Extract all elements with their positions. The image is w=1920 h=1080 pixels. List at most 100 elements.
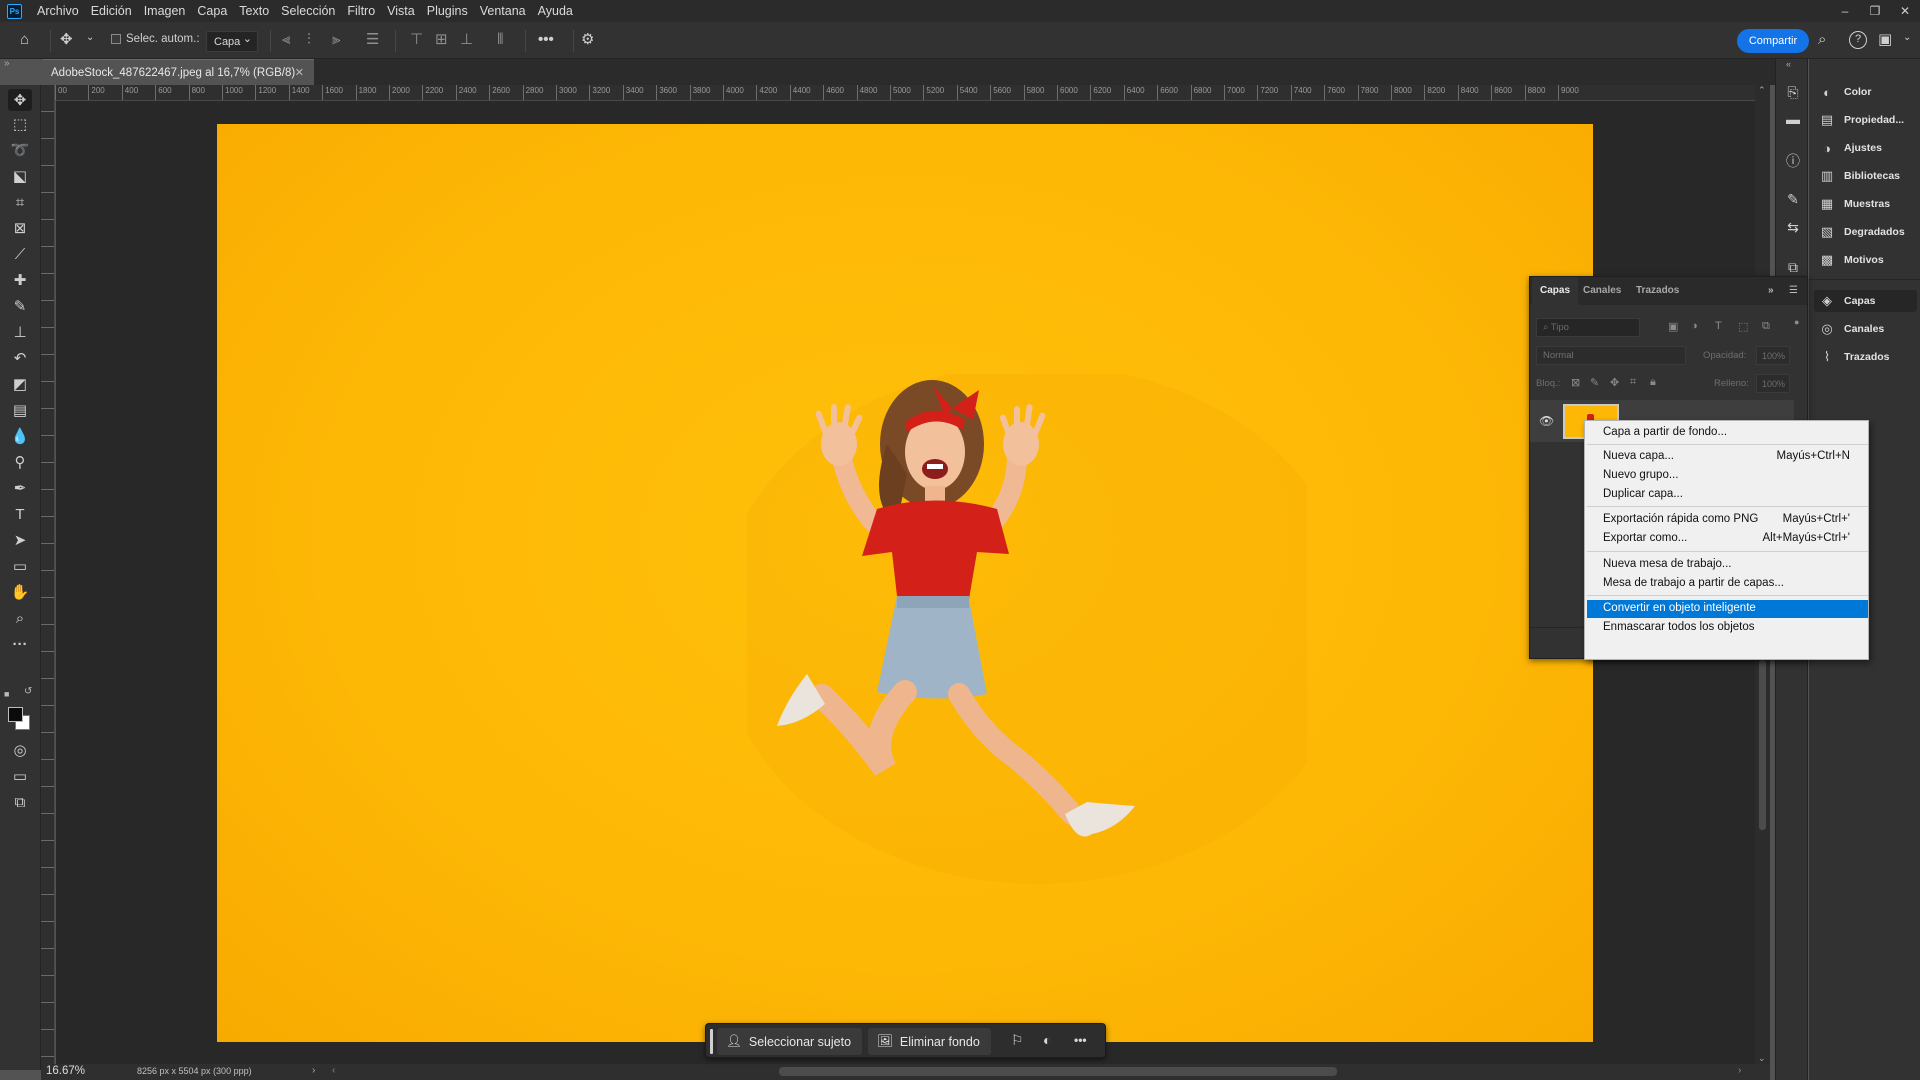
- panel-channels[interactable]: ◎ Canales: [1814, 318, 1917, 340]
- frame-tool-icon[interactable]: ⊠: [8, 217, 32, 239]
- menu-item-new-layer[interactable]: Nueva capa... Mayús+Ctrl+N: [1587, 448, 1868, 466]
- filter-pixel-icon[interactable]: ▣: [1668, 320, 1678, 333]
- panel-swatches[interactable]: ▦ Muestras: [1814, 193, 1917, 215]
- align-left-icon[interactable]: ⫷: [282, 30, 290, 50]
- auto-select-checkbox[interactable]: Selec. autom.:: [111, 33, 200, 45]
- share-button[interactable]: Compartir: [1737, 29, 1809, 53]
- close-window-icon[interactable]: ✕: [1890, 0, 1920, 22]
- tab-canales[interactable]: Canales: [1583, 277, 1621, 305]
- tab-trazados[interactable]: Trazados: [1636, 277, 1679, 305]
- menu-edicion[interactable]: Edición: [85, 0, 138, 22]
- swap-colors-icon[interactable]: ↺: [24, 686, 32, 697]
- scroll-left-icon[interactable]: ‹: [332, 1065, 335, 1076]
- pen-tool-icon[interactable]: ✒: [8, 477, 32, 499]
- menu-item-export-as[interactable]: Exportar como... Alt+Mayús+Ctrl+': [1587, 530, 1868, 548]
- align-top-icon[interactable]: ⊤: [410, 30, 423, 50]
- menu-filtro[interactable]: Filtro: [341, 0, 381, 22]
- task-bar-drag-handle[interactable]: [710, 1029, 713, 1054]
- workspace-chevron-icon[interactable]: ⌄: [1903, 32, 1911, 43]
- more-options-icon[interactable]: •••: [1074, 1033, 1087, 1047]
- gear-icon[interactable]: ⚙: [581, 30, 594, 50]
- tab-capas[interactable]: Capas: [1532, 277, 1579, 305]
- panel-adjustments[interactable]: ◑ Ajustes: [1814, 137, 1917, 159]
- path-selection-tool-icon[interactable]: ➤: [8, 529, 32, 551]
- help-icon[interactable]: ?: [1849, 31, 1867, 49]
- blend-mode-dropdown[interactable]: Normal: [1536, 346, 1686, 365]
- menu-item-duplicate-layer[interactable]: Duplicar capa...: [1587, 486, 1868, 504]
- marquee-tool-icon[interactable]: ⬚: [8, 113, 32, 135]
- panel-layers[interactable]: ◈ Capas: [1814, 290, 1917, 312]
- align-center-icon[interactable]: ⫶: [307, 30, 311, 50]
- eraser-tool-icon[interactable]: ◩: [8, 373, 32, 395]
- auto-select-target-dropdown[interactable]: Capa: [206, 31, 258, 52]
- lasso-tool-icon[interactable]: ➰: [8, 139, 32, 161]
- horizontal-scroll-thumb[interactable]: [779, 1067, 1337, 1076]
- default-colors-icon[interactable]: ■: [4, 689, 9, 699]
- panel-libraries[interactable]: ▥ Bibliotecas: [1814, 165, 1917, 187]
- fill-field[interactable]: 100%: [1756, 374, 1790, 393]
- adjustment-icon[interactable]: ◐: [1043, 1032, 1051, 1048]
- panel-color[interactable]: ◐ Color: [1814, 81, 1917, 103]
- workspace-icon[interactable]: ▣: [1878, 30, 1892, 50]
- more-options-icon[interactable]: •••: [538, 30, 554, 50]
- panel-gradients[interactable]: ▧ Degradados: [1814, 221, 1917, 243]
- scroll-down-icon[interactable]: ⌄: [1758, 1053, 1766, 1064]
- zoom-tool-icon[interactable]: ⌕: [8, 607, 32, 629]
- menu-ayuda[interactable]: Ayuda: [532, 0, 579, 22]
- actions-panel-icon[interactable]: ⧉: [1783, 259, 1803, 277]
- filter-smart-object-icon[interactable]: ⧉: [1762, 320, 1770, 333]
- horizontal-ruler[interactable]: 00 200 400 600 800 1000 1200 1400 1600 1800 2000 22…: [55, 85, 1755, 101]
- filter-toggle-icon[interactable]: ●: [1794, 317, 1799, 327]
- menu-seleccion[interactable]: Selección: [275, 0, 341, 22]
- scroll-up-icon[interactable]: ⌃: [1758, 85, 1766, 96]
- collapse-panel-icon[interactable]: »: [1768, 277, 1774, 305]
- filter-adjustment-icon[interactable]: ◑: [1691, 320, 1698, 332]
- history-brush-tool-icon[interactable]: ↶: [8, 347, 32, 369]
- foreground-color-swatch[interactable]: [8, 707, 23, 722]
- menu-ventana[interactable]: Ventana: [474, 0, 532, 22]
- lock-artboard-icon[interactable]: ⌗: [1630, 376, 1636, 389]
- select-subject-button[interactable]: 👤︎ Seleccionar sujeto: [717, 1028, 862, 1055]
- align-right-icon[interactable]: ⫸: [332, 30, 340, 50]
- generative-tool-icon[interactable]: ⧉: [8, 791, 32, 813]
- hand-tool-icon[interactable]: ✋: [8, 581, 32, 603]
- tool-preset-chevron-icon[interactable]: ⌄: [86, 32, 94, 43]
- vertical-ruler[interactable]: [41, 85, 55, 1065]
- menu-item-mask-all-objects[interactable]: Enmascarar todos los objetos: [1587, 619, 1868, 637]
- screen-mode-icon[interactable]: ▭: [8, 765, 32, 787]
- remove-background-button[interactable]: 🖼︎ Eliminar fondo: [868, 1028, 991, 1055]
- quick-mask-icon[interactable]: ◎: [8, 739, 32, 761]
- menu-plugins[interactable]: Plugins: [421, 0, 474, 22]
- collapse-panels-icon[interactable]: «: [1786, 59, 1791, 69]
- distribute-horizontal-icon[interactable]: ⦀: [497, 30, 504, 50]
- home-icon[interactable]: ⌂: [20, 30, 29, 50]
- brush-tool-icon[interactable]: ✎: [8, 295, 32, 317]
- lock-all-icon[interactable]: 🔒︎: [1650, 376, 1656, 389]
- align-middle-icon[interactable]: ⊞: [435, 30, 448, 50]
- move-tool-icon[interactable]: ✥: [8, 89, 32, 111]
- visibility-eye-icon[interactable]: 👁︎: [1539, 414, 1554, 428]
- menu-vista[interactable]: Vista: [381, 0, 421, 22]
- menu-capa[interactable]: Capa: [191, 0, 233, 22]
- brushes-panel-icon[interactable]: ✎: [1783, 191, 1803, 209]
- comments-panel-icon[interactable]: ▬: [1783, 111, 1803, 129]
- document-canvas[interactable]: [217, 124, 1593, 1042]
- dodge-tool-icon[interactable]: ⚲: [8, 451, 32, 473]
- panel-menu-icon[interactable]: ☰: [1789, 277, 1798, 305]
- menu-item-layer-from-background[interactable]: Capa a partir de fondo...: [1587, 424, 1868, 442]
- search-icon[interactable]: ⌕: [1818, 30, 1826, 50]
- menu-item-new-artboard[interactable]: Nueva mesa de trabajo...: [1587, 556, 1868, 574]
- edit-toolbar-icon[interactable]: ···: [8, 633, 32, 655]
- menu-item-new-group[interactable]: Nuevo grupo...: [1587, 467, 1868, 485]
- menu-archivo[interactable]: Archivo: [31, 0, 85, 22]
- filter-type-icon[interactable]: T: [1715, 320, 1722, 332]
- status-menu-chevron-icon[interactable]: ›: [312, 1065, 315, 1076]
- type-tool-icon[interactable]: T: [8, 503, 32, 525]
- info-panel-icon[interactable]: ⓘ: [1783, 151, 1803, 169]
- zoom-level[interactable]: 16.67%: [46, 1065, 85, 1077]
- vertical-scroll-thumb[interactable]: [1759, 660, 1766, 830]
- rectangle-tool-icon[interactable]: ▭: [8, 555, 32, 577]
- object-selection-tool-icon[interactable]: ⬕: [8, 165, 32, 187]
- collapse-toolbar-icon[interactable]: »: [4, 58, 10, 69]
- lock-position-icon[interactable]: ✥: [1610, 376, 1619, 389]
